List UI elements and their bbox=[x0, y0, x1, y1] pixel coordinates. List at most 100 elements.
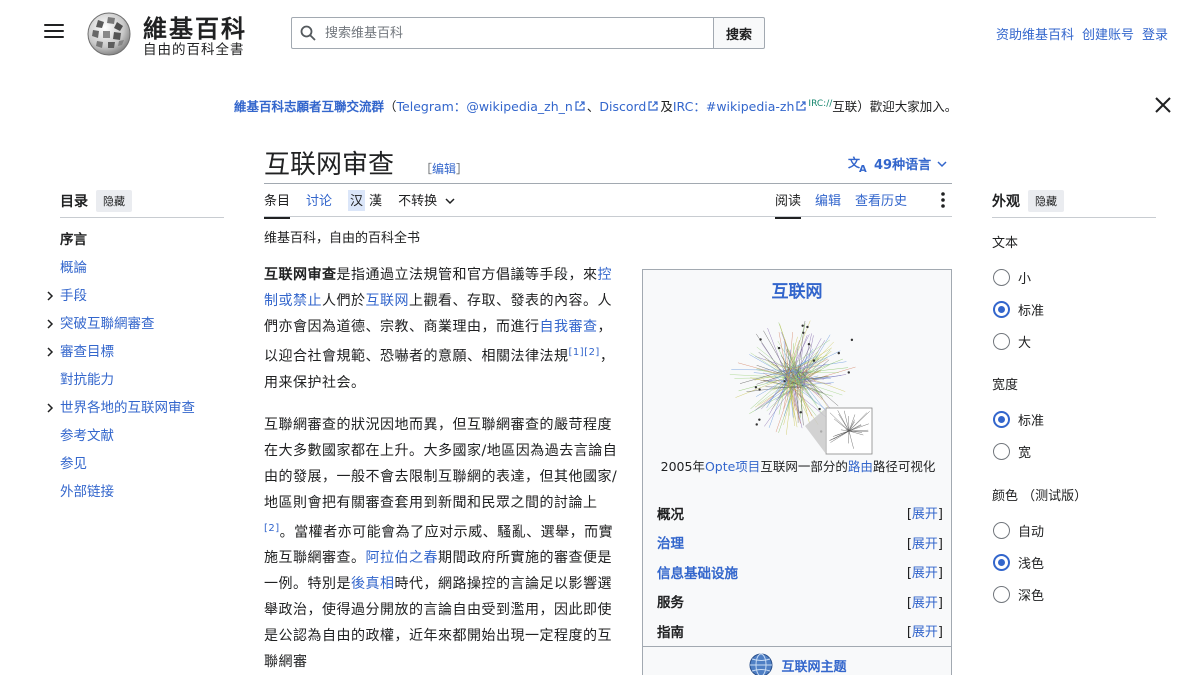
more-actions-icon[interactable] bbox=[940, 191, 946, 209]
toc-item[interactable]: 世界各地的互联网审查 bbox=[44, 398, 234, 426]
link-routing[interactable]: 路由 bbox=[848, 459, 873, 474]
infobox-row-label[interactable]: 信息基础设施 bbox=[657, 562, 738, 582]
edit-link[interactable]: 编辑 bbox=[432, 162, 456, 176]
toc-hide-button[interactable]: 隐藏 bbox=[96, 190, 132, 212]
radio-button[interactable] bbox=[993, 300, 1010, 318]
chevron-right-icon[interactable] bbox=[45, 402, 55, 414]
notice-text: （ bbox=[384, 99, 397, 114]
tab-edit[interactable]: 编辑 bbox=[815, 190, 841, 219]
link-post-truth[interactable]: 後真相 bbox=[351, 576, 395, 592]
appearance-divider bbox=[992, 217, 1156, 218]
link-arab-spring[interactable]: 阿拉伯之春 bbox=[366, 550, 439, 566]
telegram-label: Telegram： bbox=[396, 99, 467, 114]
link-self-censorship[interactable]: 自我審查 bbox=[540, 319, 598, 335]
chevron-right-icon[interactable] bbox=[45, 346, 55, 358]
chevron-right-icon[interactable] bbox=[45, 290, 55, 302]
radio-button[interactable] bbox=[993, 585, 1010, 603]
portal-label: 互联网主题 bbox=[781, 659, 847, 675]
portal-link[interactable]: 互联网主题 bbox=[643, 653, 951, 675]
article-body: 互联网审查是指通過立法規管和官方倡議等手段，來控制或禁止人們於互联网上觀看、存取… bbox=[264, 262, 624, 675]
color-group: 颜色 （测试版） 自动 浅色 深色 bbox=[992, 485, 1087, 610]
toc-item[interactable]: 概論 bbox=[44, 258, 234, 286]
toc-item[interactable]: 手段 bbox=[44, 286, 234, 314]
donate-link[interactable]: 资助维基百科 bbox=[996, 24, 1074, 43]
radio-button[interactable] bbox=[993, 268, 1010, 286]
text-size-option[interactable]: 大 bbox=[992, 325, 1044, 357]
create-account-link[interactable]: 创建账号 bbox=[1082, 24, 1134, 43]
chevron-right-icon[interactable] bbox=[45, 318, 55, 330]
radio-button[interactable] bbox=[993, 410, 1010, 428]
table-of-contents: 序言 概論 手段突破互聯網審查審查目標 對抗能力世界各地的互联网审查参考文献 参见 外部链… bbox=[44, 230, 234, 510]
expand-link[interactable]: 展开 bbox=[912, 537, 938, 552]
bold-term: 互联网审查 bbox=[264, 267, 337, 283]
expand-toggle[interactable]: [展开] bbox=[907, 562, 943, 581]
search-input[interactable] bbox=[325, 23, 705, 43]
width-option[interactable]: 宽 bbox=[992, 435, 1044, 467]
text-size-option[interactable]: 小 bbox=[992, 261, 1044, 293]
expand-link[interactable]: 展开 bbox=[912, 566, 938, 581]
variant-simplified[interactable]: 汉 bbox=[348, 190, 366, 211]
expand-link[interactable]: 展开 bbox=[912, 596, 938, 611]
color-option-label: 自动 bbox=[1018, 524, 1045, 540]
reference-link[interactable]: [2] bbox=[584, 347, 600, 358]
irc-link[interactable]: #wikipedia-zh bbox=[706, 99, 795, 114]
text-size-option[interactable]: 标准 bbox=[992, 293, 1044, 325]
wikipedia-globe-icon[interactable] bbox=[84, 10, 134, 56]
expand-toggle[interactable]: [展开] bbox=[907, 533, 943, 552]
infobox-title[interactable]: 互联网 bbox=[643, 277, 951, 302]
radio-button[interactable] bbox=[993, 521, 1010, 539]
search-icon bbox=[300, 25, 316, 41]
link-opte[interactable]: Opte项目 bbox=[705, 459, 760, 474]
toc-item-label: 世界各地的互联网审查 bbox=[60, 400, 195, 416]
tab-talk[interactable]: 讨论 bbox=[306, 190, 332, 219]
expand-link[interactable]: 展开 bbox=[912, 507, 938, 522]
variant-dropdown[interactable]: 不转换 bbox=[398, 190, 455, 219]
color-option[interactable]: 自动 bbox=[992, 514, 1087, 546]
toc-header: 目录 隐藏 bbox=[60, 190, 132, 212]
appearance-hide-button[interactable]: 隐藏 bbox=[1028, 190, 1064, 212]
width-option[interactable]: 标准 bbox=[992, 403, 1044, 435]
expand-link[interactable]: 展开 bbox=[912, 625, 938, 640]
reference-link[interactable]: [2] bbox=[264, 523, 280, 534]
color-option[interactable]: 深色 bbox=[992, 578, 1087, 610]
login-link[interactable]: 登录 bbox=[1142, 24, 1168, 43]
toc-item[interactable]: 突破互聯網審查 bbox=[44, 314, 234, 342]
infobox-row-label[interactable]: 治理 bbox=[657, 532, 684, 552]
close-icon[interactable] bbox=[1154, 96, 1172, 114]
notice-group-link[interactable]: 維基百科志願者互聯交流群 bbox=[234, 99, 384, 114]
reference-link[interactable]: [1] bbox=[569, 347, 585, 358]
search-button[interactable]: 搜索 bbox=[713, 17, 765, 49]
toc-item[interactable]: 審查目標 bbox=[44, 342, 234, 370]
toc-item[interactable]: 参考文献 bbox=[44, 426, 234, 454]
color-option[interactable]: 浅色 bbox=[992, 546, 1087, 578]
text: 路径可视化 bbox=[872, 459, 936, 474]
bracket: ] bbox=[937, 595, 943, 611]
variant-switch[interactable]: 汉 漢 bbox=[348, 190, 382, 219]
toc-item-label: 突破互聯網審查 bbox=[60, 316, 155, 332]
site-notice: 維基百科志願者互聯交流群（Telegram：@wikipedia_zh_n 、Di… bbox=[234, 96, 974, 115]
main-menu-icon[interactable] bbox=[44, 24, 64, 40]
link-internet[interactable]: 互联网 bbox=[366, 293, 410, 309]
radio-button[interactable] bbox=[993, 553, 1010, 571]
bracket: ［ bbox=[420, 162, 433, 176]
expand-toggle[interactable]: [展开] bbox=[907, 503, 943, 522]
language-button[interactable]: 文 A 49种语言 bbox=[848, 154, 947, 173]
toc-item[interactable]: 外部链接 bbox=[44, 482, 234, 510]
expand-toggle[interactable]: [展开] bbox=[907, 592, 943, 611]
radio-button[interactable] bbox=[993, 332, 1010, 350]
toc-item[interactable]: 参见 bbox=[44, 454, 234, 482]
expand-toggle[interactable]: [展开] bbox=[907, 621, 943, 640]
tab-article[interactable]: 条目 bbox=[264, 190, 291, 219]
toc-item[interactable]: 序言 bbox=[44, 230, 234, 258]
tab-read[interactable]: 阅读 bbox=[775, 190, 802, 219]
variant-traditional[interactable]: 漢 bbox=[369, 190, 382, 211]
telegram-link[interactable]: @wikipedia_zh_n bbox=[466, 99, 573, 114]
tab-history[interactable]: 查看历史 bbox=[855, 190, 907, 219]
radio-button[interactable] bbox=[993, 442, 1010, 460]
text: 2005年 bbox=[660, 459, 705, 474]
internet-map-image[interactable] bbox=[723, 308, 873, 458]
language-count: 49种语言 bbox=[874, 158, 932, 173]
toc-item[interactable]: 對抗能力 bbox=[44, 370, 234, 398]
discord-link[interactable]: Discord bbox=[599, 99, 646, 114]
notice-text: 互联 bbox=[832, 99, 858, 114]
